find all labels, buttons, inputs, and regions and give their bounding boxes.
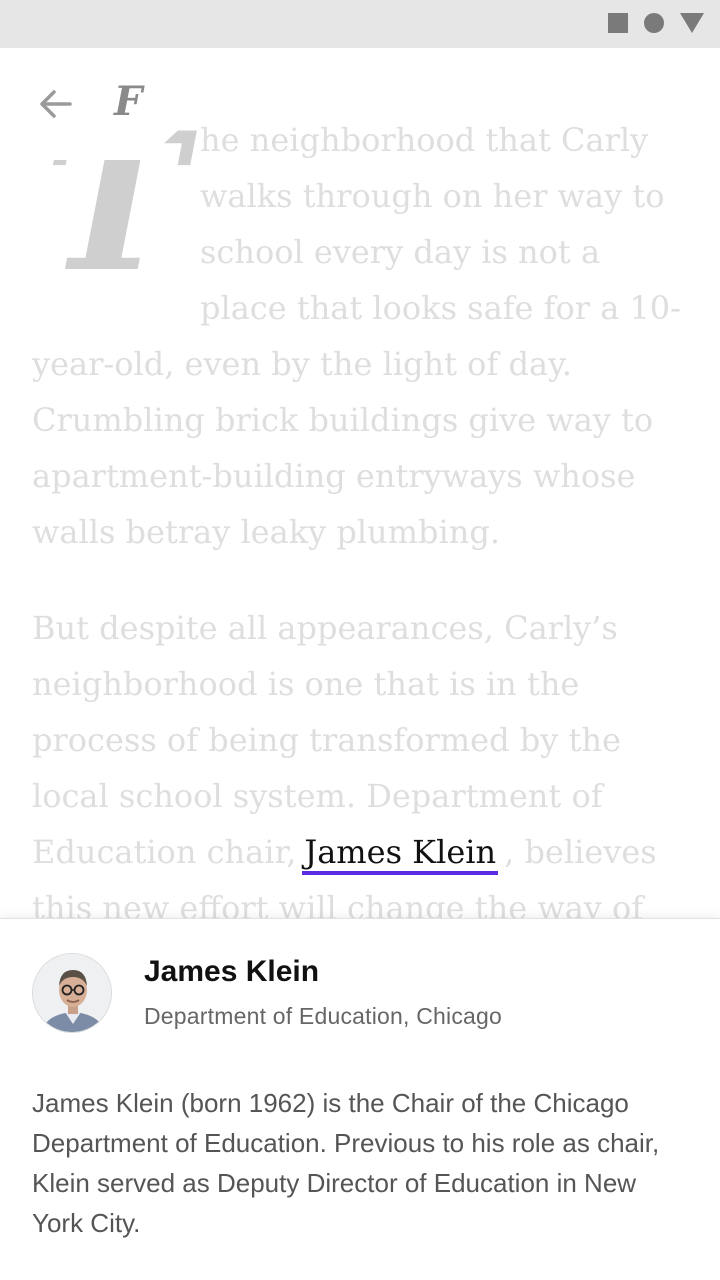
person-card: James Klein Department of Education, Chi… bbox=[0, 918, 720, 1280]
person-portrait-icon bbox=[33, 954, 111, 1032]
article-paragraph-2: But despite all appearances, Carly’s nei… bbox=[32, 600, 688, 936]
status-icons bbox=[608, 13, 704, 33]
avatar bbox=[32, 953, 112, 1033]
logo-glyph: F bbox=[114, 78, 143, 125]
person-link-james-klein[interactable]: James Klein bbox=[302, 833, 499, 875]
back-button[interactable] bbox=[36, 84, 76, 124]
person-name: James Klein bbox=[144, 955, 320, 988]
person-organization: Department of Education, Chicago bbox=[144, 1003, 502, 1029]
status-bar bbox=[0, 0, 720, 48]
arrow-left-icon bbox=[40, 90, 72, 118]
publication-logo-button[interactable]: F bbox=[114, 78, 162, 126]
triangle-icon bbox=[680, 13, 704, 33]
floating-toolbar: F bbox=[0, 48, 192, 160]
square-icon bbox=[608, 13, 628, 33]
circle-icon bbox=[644, 13, 664, 33]
person-bio: James Klein (born 1962) is the Chair of … bbox=[32, 1088, 660, 1238]
article-body: T he neighborhood that Carly walks throu… bbox=[32, 108, 688, 976]
paragraph-2-text-before: But despite all appearances, Carly’s nei… bbox=[32, 609, 621, 871]
